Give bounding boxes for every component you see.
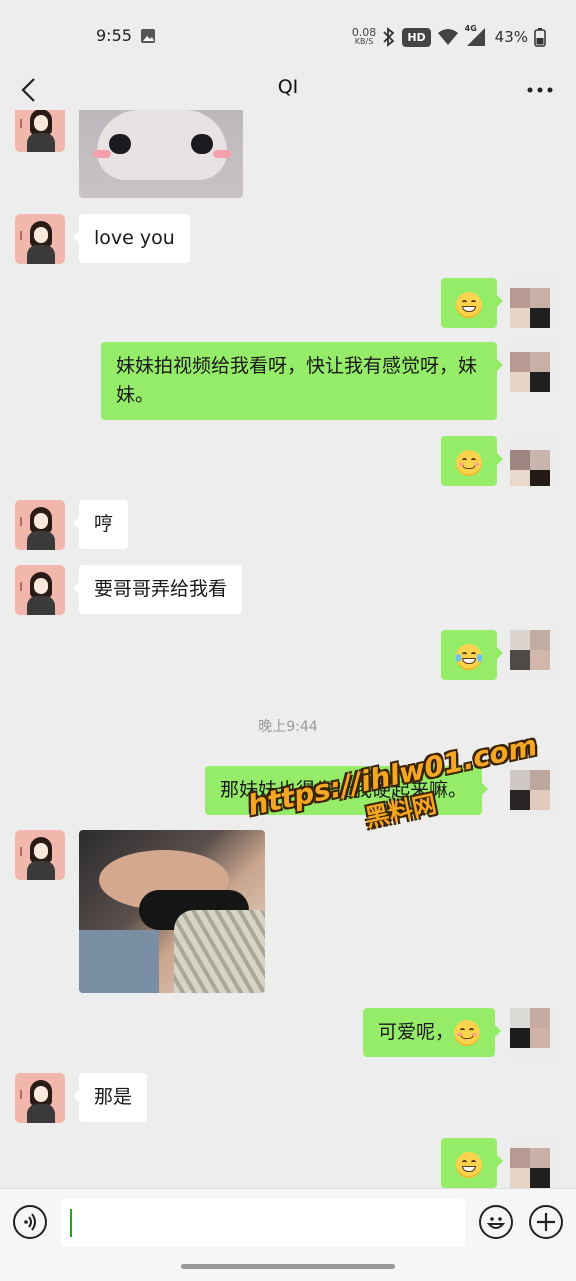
wifi-icon (437, 29, 458, 45)
message-list[interactable]: love you 妹妹拍视频给我看呀，快让我有感觉呀，妹妹。 哼 要哥哥弄给我看… (0, 110, 576, 1188)
chat-header: QI (0, 70, 576, 110)
tears-of-joy-emoji-icon (456, 643, 482, 670)
grinning-emoji-icon (456, 291, 482, 318)
outgoing-emoji-message[interactable] (441, 278, 503, 328)
more-options-icon[interactable] (524, 74, 556, 106)
contact-avatar[interactable] (15, 214, 65, 264)
text-cursor (70, 1209, 72, 1237)
my-avatar[interactable] (510, 630, 560, 680)
voice-wave-icon (24, 1213, 36, 1231)
hd-badge: HD (402, 27, 431, 47)
incoming-message[interactable]: 要哥哥弄给我看 (72, 565, 243, 614)
incoming-message[interactable]: 哼 (72, 500, 129, 549)
incoming-message[interactable]: 那是 (72, 1073, 148, 1122)
bluetooth-icon (383, 27, 395, 47)
battery-percent: 43% (494, 28, 528, 46)
net-speed: 0.08 KB/S (351, 26, 377, 46)
status-bar: 9:55 0.08 KB/S HD 4G 43% (0, 0, 576, 70)
grinning-emoji-icon (456, 1151, 482, 1178)
smiley-icon (486, 1217, 506, 1229)
signal-icon: 4G (465, 24, 489, 47)
outgoing-message[interactable]: 妹妹拍视频给我看呀，快让我有感觉呀，妹妹。 (101, 342, 503, 420)
message-timestamp: 晚上9:44 (258, 719, 318, 735)
home-indicator[interactable] (181, 1264, 395, 1269)
outgoing-emoji-message[interactable] (441, 630, 503, 680)
status-time: 9:55 (96, 26, 132, 45)
smiling-emoji-icon (456, 449, 482, 476)
my-avatar[interactable] (510, 1138, 560, 1188)
message-input[interactable] (61, 1199, 465, 1247)
plus-icon (537, 1213, 555, 1231)
my-avatar[interactable] (510, 1008, 560, 1058)
contact-avatar[interactable] (15, 830, 65, 880)
incoming-message[interactable]: love you (73, 214, 190, 263)
outgoing-emoji-message[interactable] (441, 436, 503, 486)
my-avatar[interactable] (510, 278, 560, 328)
outgoing-message[interactable]: 可爱呢， (363, 1008, 502, 1057)
photo-image[interactable] (79, 830, 265, 993)
contact-avatar[interactable] (15, 1073, 65, 1123)
more-functions-button[interactable] (529, 1205, 563, 1239)
contact-avatar[interactable] (15, 110, 65, 152)
voice-input-button[interactable] (13, 1205, 47, 1239)
contact-avatar[interactable] (15, 500, 65, 550)
my-avatar[interactable] (510, 342, 560, 392)
cat-sticker-image[interactable] (79, 110, 243, 198)
battery-icon (534, 28, 546, 47)
smiling-emoji-icon (454, 1019, 481, 1046)
outgoing-emoji-message[interactable] (441, 1138, 503, 1188)
emoji-button[interactable] (479, 1205, 513, 1239)
chat-title: QI (277, 76, 299, 98)
contact-avatar[interactable] (15, 565, 65, 615)
my-avatar[interactable] (510, 436, 560, 486)
image-notification-icon (141, 29, 155, 43)
